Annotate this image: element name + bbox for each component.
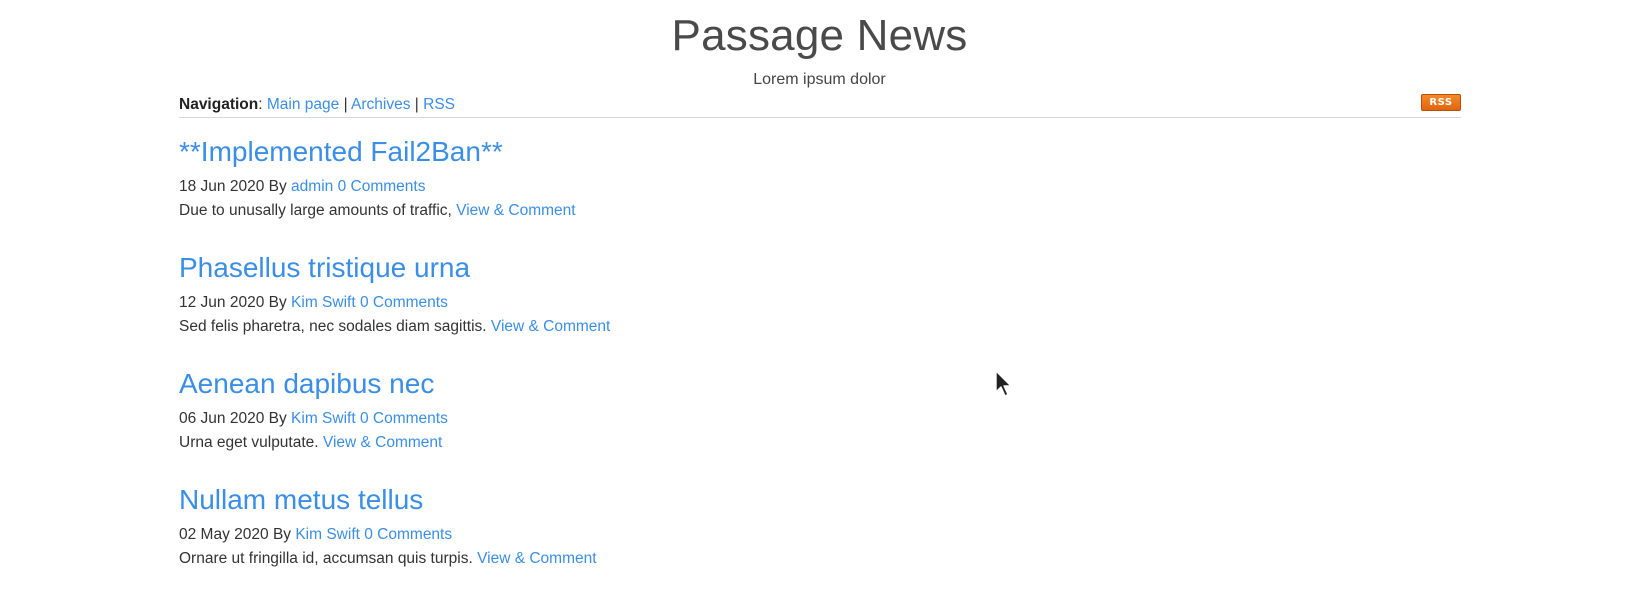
mouse-pointer-icon [995,370,1012,397]
nav-link-rss[interactable]: RSS [423,96,455,113]
site-title: Passage News [671,11,968,60]
post-author-link[interactable]: Kim Swift [291,410,356,427]
post-author-link[interactable]: admin [291,178,333,195]
post-item: Phasellus tristique urna 12 Jun 2020 By … [179,248,1279,364]
rss-feed-icon[interactable]: RSS [1421,94,1461,111]
post-by-label: By [268,410,287,427]
post-excerpt: Urna eget vulputate. View & Comment [179,433,1279,453]
post-excerpt-text: Due to unusally large amounts of traffic… [179,202,452,219]
post-title-link[interactable]: Aenean dapibus nec [179,364,1279,404]
post-excerpt-text: Sed felis pharetra, nec sodales diam sag… [179,318,487,335]
post-comments-link[interactable]: 0 Comments [338,178,426,195]
view-comment-link[interactable]: View & Comment [323,434,442,451]
post-excerpt: Sed felis pharetra, nec sodales diam sag… [179,317,1279,337]
navigation-bar: Navigation: Main page | Archives | RSS R… [179,92,1461,118]
post-title-link[interactable]: Nullam metus tellus [179,480,1279,520]
post-meta: 06 Jun 2020 By Kim Swift 0 Comments [179,409,1279,429]
view-comment-link[interactable]: View & Comment [491,318,610,335]
post-date: 12 Jun 2020 [179,294,265,311]
view-comment-link[interactable]: View & Comment [456,202,575,219]
post-author-link[interactable]: Kim Swift [291,294,356,311]
post-date: 06 Jun 2020 [179,410,265,427]
navigation-links: Navigation: Main page | Archives | RSS [179,95,455,115]
post-author-link[interactable]: Kim Swift [295,526,360,543]
post-comments-link[interactable]: 0 Comments [360,410,448,427]
view-comment-link[interactable]: View & Comment [477,550,596,567]
nav-separator: | [343,96,348,113]
post-excerpt-text: Urna eget vulputate. [179,434,319,451]
post-by-label: By [268,294,287,311]
post-by-label: By [272,526,292,543]
post-excerpt-text: Ornare ut fringilla id, accumsan quis tu… [179,550,473,567]
post-comments-link[interactable]: 0 Comments [364,526,452,543]
post-item: Nullam metus tellus 02 May 2020 By Kim S… [179,480,1279,596]
post-date: 18 Jun 2020 [179,178,265,195]
site-tagline: Lorem ipsum dolor [753,71,886,88]
post-date: 02 May 2020 [179,526,269,543]
post-meta: 18 Jun 2020 By admin 0 Comments [179,177,1279,197]
post-excerpt: Ornare ut fringilla id, accumsan quis tu… [179,549,1279,569]
navigation-label: Navigation [179,96,259,113]
post-comments-link[interactable]: 0 Comments [360,294,448,311]
post-item: **Implemented Fail2Ban** 18 Jun 2020 By … [179,132,1279,248]
post-excerpt: Due to unusally large amounts of traffic… [179,201,1279,221]
navigation-colon: : [258,96,263,113]
nav-link-archives[interactable]: Archives [351,96,410,113]
post-title-link[interactable]: Phasellus tristique urna [179,248,1279,288]
post-list: **Implemented Fail2Ban** 18 Jun 2020 By … [179,132,1279,596]
post-by-label: By [268,178,287,195]
nav-link-main-page[interactable]: Main page [267,96,339,113]
nav-separator: | [414,96,419,113]
post-item: Aenean dapibus nec 06 Jun 2020 By Kim Sw… [179,364,1279,480]
post-meta: 02 May 2020 By Kim Swift 0 Comments [179,525,1279,545]
post-meta: 12 Jun 2020 By Kim Swift 0 Comments [179,293,1279,313]
post-title-link[interactable]: **Implemented Fail2Ban** [179,132,1279,172]
